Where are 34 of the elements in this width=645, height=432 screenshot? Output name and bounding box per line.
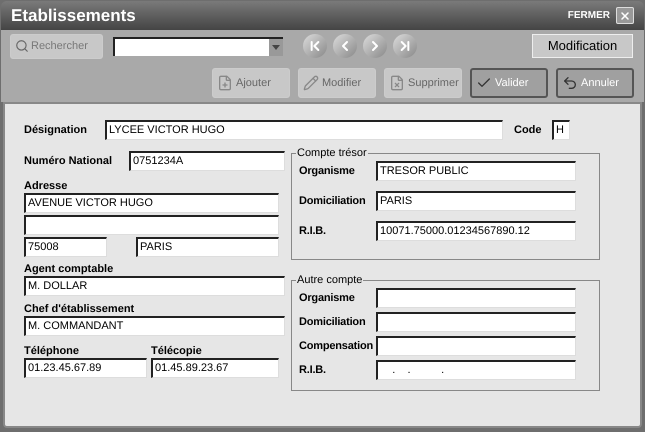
text-field[interactable]: 75008 — [24, 237, 107, 257]
text-field[interactable]: AVENUE VICTOR HUGO — [24, 193, 279, 213]
text-field[interactable]: 01.23.45.67.89 — [24, 358, 147, 378]
window-title: Etablissements — [11, 4, 136, 27]
text-field[interactable]: . . . — [376, 360, 576, 380]
mode-indicator: Modification — [532, 34, 633, 58]
field-label: Téléphone — [24, 344, 80, 358]
field-label: Domiciliation — [298, 315, 366, 329]
text-field[interactable]: TRESOR PUBLIC — [376, 161, 576, 181]
text-field[interactable]: M. COMMANDANT — [24, 316, 285, 336]
field-label: Code — [514, 123, 542, 137]
text-field[interactable]: M. DOLLAR — [24, 276, 285, 296]
field-label: Organisme — [298, 291, 356, 305]
field-label: Compensation — [298, 339, 374, 353]
field-label: Désignation — [24, 123, 88, 137]
field-label: Numéro National — [24, 154, 114, 168]
text-field[interactable]: 0751234A — [129, 151, 285, 171]
field-label: R.I.B. — [298, 224, 327, 238]
text-field[interactable]: PARIS — [376, 191, 576, 211]
text-field[interactable]: 10071.75000.01234567890.12 — [376, 221, 576, 241]
field-label: Adresse — [24, 179, 68, 193]
field-label: R.I.B. — [298, 363, 327, 377]
group-title: Autre compte — [296, 273, 364, 287]
close-label: FERMER — [568, 9, 610, 23]
field-label: Télécopie — [151, 344, 203, 358]
text-field[interactable]: PARIS — [136, 237, 279, 257]
field-label: Agent comptable — [24, 262, 114, 276]
field-label: Chef d'établissement — [24, 302, 136, 316]
text-field[interactable]: LYCEE VICTOR HUGO — [105, 120, 503, 140]
text-field[interactable]: 01.45.89.23.67 — [151, 358, 279, 378]
field-label: Organisme — [298, 164, 356, 178]
field-label: Domiciliation — [298, 194, 366, 208]
group-title: Compte trésor — [296, 146, 368, 160]
text-field[interactable]: H — [552, 120, 570, 140]
